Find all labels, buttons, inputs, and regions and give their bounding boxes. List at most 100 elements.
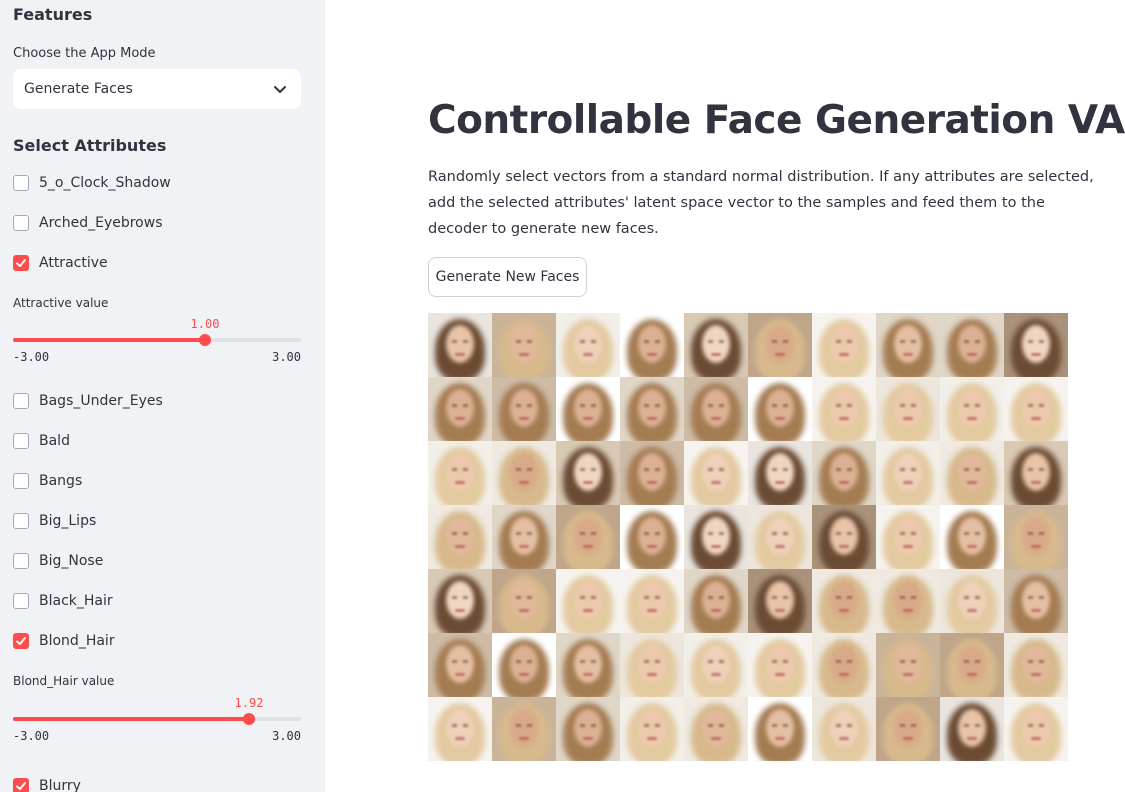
blond-hair-value-label: Blond_Hair value	[13, 674, 115, 688]
generated-face-image	[556, 441, 620, 505]
generate-new-faces-button[interactable]: Generate New Faces	[428, 257, 587, 297]
slider-current-value: 1.00	[190, 317, 220, 331]
checkbox-box[interactable]	[13, 215, 29, 231]
checkbox-label: Bangs	[39, 473, 83, 489]
checkbox-label: Big_Nose	[39, 553, 104, 569]
slider-current-value: 1.92	[234, 696, 264, 710]
generated-face-image	[812, 569, 876, 633]
generated-face-image	[876, 377, 940, 441]
generated-face-image	[556, 697, 620, 761]
checkbox-label: Big_Lips	[39, 513, 97, 529]
chevron-down-icon	[274, 86, 286, 93]
generated-face-image	[1004, 633, 1068, 697]
generated-face-image	[748, 697, 812, 761]
checkbox-5-o-clock-shadow[interactable]: 5_o_Clock_Shadow	[13, 172, 171, 194]
generated-face-image	[876, 697, 940, 761]
generated-face-image	[1004, 377, 1068, 441]
app-mode-selected-value: Generate Faces	[24, 81, 133, 97]
generated-face-image	[620, 697, 684, 761]
generated-face-image	[748, 377, 812, 441]
generated-face-image	[620, 313, 684, 377]
checkbox-blond-hair[interactable]: Blond_Hair	[13, 630, 115, 652]
checkbox-bags-under-eyes[interactable]: Bags_Under_Eyes	[13, 390, 163, 412]
generated-face-image	[620, 505, 684, 569]
generated-face-image	[492, 505, 556, 569]
generated-face-image	[684, 569, 748, 633]
checkbox-box[interactable]	[13, 393, 29, 409]
generated-face-image	[812, 697, 876, 761]
generated-face-image	[684, 313, 748, 377]
select-attributes-heading: Select Attributes	[13, 136, 167, 155]
generated-face-image	[620, 377, 684, 441]
generated-face-image	[812, 441, 876, 505]
generated-face-image	[940, 633, 1004, 697]
generated-face-image	[748, 441, 812, 505]
generated-face-image	[748, 313, 812, 377]
checkbox-label: Bald	[39, 433, 70, 449]
generated-face-image	[812, 633, 876, 697]
generated-face-image	[428, 441, 492, 505]
checkbox-box[interactable]	[13, 473, 29, 489]
checkmark-icon	[16, 637, 26, 645]
app-mode-select[interactable]: Generate Faces	[13, 69, 301, 109]
checkbox-black-hair[interactable]: Black_Hair	[13, 590, 113, 612]
generated-face-image	[940, 377, 1004, 441]
generated-face-image	[428, 633, 492, 697]
slider-fill	[13, 338, 205, 342]
checkbox-attractive[interactable]: Attractive	[13, 252, 108, 274]
checkbox-big-nose[interactable]: Big_Nose	[13, 550, 103, 572]
checkbox-box[interactable]	[13, 175, 29, 191]
checkbox-bangs[interactable]: Bangs	[13, 470, 82, 492]
generated-face-image	[940, 441, 1004, 505]
checkbox-arched-eyebrows[interactable]: Arched_Eyebrows	[13, 212, 162, 234]
generated-face-image	[748, 633, 812, 697]
generated-face-image	[940, 569, 1004, 633]
checkbox-box[interactable]	[13, 433, 29, 449]
generated-face-image	[812, 313, 876, 377]
checkbox-label: Arched_Eyebrows	[39, 215, 163, 231]
generated-face-image	[1004, 313, 1068, 377]
checkbox-big-lips[interactable]: Big_Lips	[13, 510, 96, 532]
app-mode-label: Choose the App Mode	[13, 46, 156, 61]
checkbox-label: Blond_Hair	[39, 633, 115, 649]
generated-face-image	[492, 441, 556, 505]
generated-face-image	[876, 505, 940, 569]
page-description: Randomly select vectors from a standard …	[428, 169, 1094, 237]
checkbox-box[interactable]	[13, 778, 29, 792]
generated-face-image	[684, 441, 748, 505]
checkbox-box[interactable]	[13, 633, 29, 649]
generated-face-image	[1004, 569, 1068, 633]
generated-face-image	[492, 313, 556, 377]
slider-thumb[interactable]	[199, 334, 211, 346]
checkmark-icon	[16, 782, 26, 790]
blond-hair-value-slider[interactable]: 1.92 -3.00 3.00	[13, 696, 301, 743]
checkbox-box[interactable]	[13, 593, 29, 609]
slider-max-label: 3.00	[272, 350, 301, 364]
generated-face-image	[556, 569, 620, 633]
checkbox-blurry[interactable]: Blurry	[13, 775, 81, 792]
checkbox-label: Black_Hair	[39, 593, 113, 609]
attractive-value-label: Attractive value	[13, 296, 109, 310]
generated-face-image	[556, 505, 620, 569]
checkbox-label: Attractive	[39, 255, 108, 271]
generated-face-image	[1004, 505, 1068, 569]
checkbox-label: Blurry	[39, 778, 81, 792]
generated-face-image	[684, 377, 748, 441]
slider-thumb[interactable]	[243, 713, 255, 725]
checkbox-box[interactable]	[13, 553, 29, 569]
generated-face-image	[492, 377, 556, 441]
features-title: Features	[13, 5, 93, 24]
generated-face-image	[748, 569, 812, 633]
checkbox-bald[interactable]: Bald	[13, 430, 70, 452]
attractive-value-slider[interactable]: 1.00 -3.00 3.00	[13, 317, 301, 364]
generated-faces-grid	[428, 313, 1068, 761]
checkbox-box[interactable]	[13, 255, 29, 271]
generated-face-image	[428, 313, 492, 377]
generated-face-image	[428, 377, 492, 441]
generated-face-image	[1004, 441, 1068, 505]
generated-face-image	[940, 313, 1004, 377]
checkbox-box[interactable]	[13, 513, 29, 529]
slider-min-label: -3.00	[13, 350, 50, 364]
generated-face-image	[620, 633, 684, 697]
generated-face-image	[748, 505, 812, 569]
